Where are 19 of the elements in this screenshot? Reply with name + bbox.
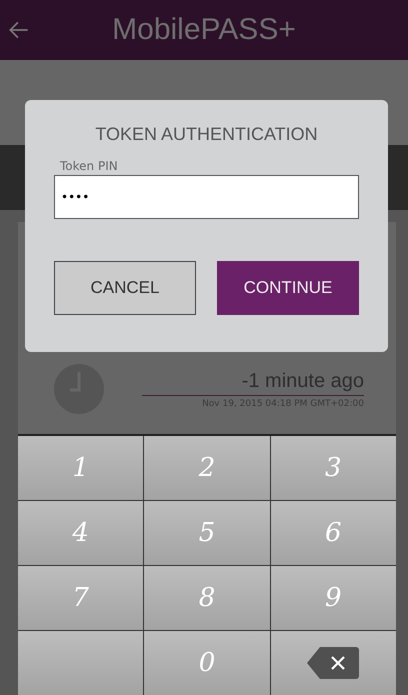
keypad-key[interactable]: 8 [144,566,270,630]
keypad-key[interactable]: 3 [270,436,396,500]
dialog-title: TOKEN AUTHENTICATION [95,124,318,145]
keypad-key[interactable]: 0 [144,631,270,695]
keypad-key[interactable]: 4 [18,501,144,565]
keypad-key[interactable]: 1 [18,436,144,500]
relative-time: -1 minute ago [142,370,364,396]
field-label: Token PIN [59,159,118,173]
keypad-key[interactable]: 6 [270,501,396,565]
keypad-key[interactable]: 2 [144,436,270,500]
backspace-icon [306,646,360,680]
keypad-key[interactable]: 7 [18,566,144,630]
app-title: MobilePASS+ [111,13,297,47]
keypad-key[interactable]: 9 [270,566,396,630]
pin-field[interactable]: •••• [54,175,359,219]
keypad-key[interactable]: 5 [144,501,270,565]
cancel-button[interactable]: CANCEL [54,261,196,315]
backspace-key[interactable] [270,631,396,695]
continue-button[interactable]: CONTINUE [217,261,359,315]
